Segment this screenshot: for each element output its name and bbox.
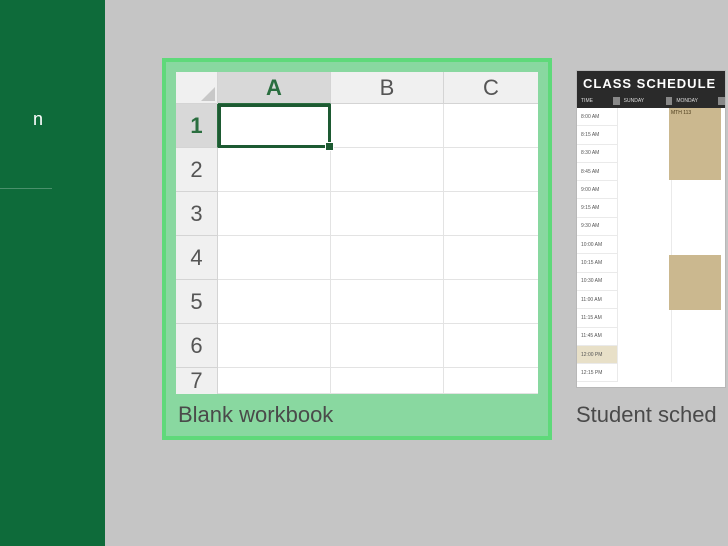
time-slot: 12:15 PM xyxy=(577,364,617,382)
template-schedule-label: Student sched xyxy=(576,388,728,428)
sidebar: n xyxy=(0,0,105,546)
cell-grid xyxy=(218,104,538,394)
checkbox-icon xyxy=(613,97,620,105)
class-block xyxy=(669,255,721,310)
time-slot: 8:45 AM xyxy=(577,163,617,181)
row-header-5: 5 xyxy=(176,280,218,324)
fill-handle-icon xyxy=(325,142,334,151)
time-slot: 9:00 AM xyxy=(577,181,617,199)
checkbox-icon xyxy=(666,97,673,105)
time-slot: 10:00 AM xyxy=(577,236,617,254)
template-blank-workbook[interactable]: A B C 1 2 3 4 5 6 7 xyxy=(162,58,552,440)
schedule-sunday-col xyxy=(617,108,671,382)
template-blank-label: Blank workbook xyxy=(176,394,538,430)
column-header-c: C xyxy=(444,72,538,104)
blank-workbook-preview: A B C 1 2 3 4 5 6 7 xyxy=(176,72,538,394)
time-slot: 8:30 AM xyxy=(577,145,617,163)
row-header-6: 6 xyxy=(176,324,218,368)
select-all-corner xyxy=(176,72,218,104)
template-student-schedule[interactable]: CLASS SCHEDULE TIME SUNDAY MONDAY 8:00 A… xyxy=(576,70,728,428)
schedule-day-columns: MTH 113 xyxy=(617,108,725,382)
schedule-time-column: 8:00 AM8:15 AM8:30 AM8:45 AM9:00 AM9:15 … xyxy=(577,108,617,382)
time-slot: 9:30 AM xyxy=(577,218,617,236)
time-slot: 8:00 AM xyxy=(577,108,617,126)
row-headers: 1 2 3 4 5 6 7 xyxy=(176,104,218,394)
time-slot: 10:15 AM xyxy=(577,254,617,272)
sidebar-divider xyxy=(0,188,52,189)
column-header-b: B xyxy=(331,72,444,104)
template-gallery: A B C 1 2 3 4 5 6 7 xyxy=(105,0,728,546)
row-header-2: 2 xyxy=(176,148,218,192)
row-header-3: 3 xyxy=(176,192,218,236)
time-slot: 11:00 AM xyxy=(577,291,617,309)
select-all-triangle-icon xyxy=(201,87,215,101)
class-block-mth: MTH 113 xyxy=(669,108,721,180)
time-slot: 12:00 PM xyxy=(577,346,617,364)
time-slot: 9:15 AM xyxy=(577,199,617,217)
schedule-col-sunday: SUNDAY xyxy=(620,98,664,104)
student-schedule-preview: CLASS SCHEDULE TIME SUNDAY MONDAY 8:00 A… xyxy=(576,70,726,388)
schedule-col-time: TIME xyxy=(577,98,611,104)
schedule-title: CLASS SCHEDULE xyxy=(577,71,725,94)
column-headers: A B C xyxy=(218,72,538,104)
sidebar-item-partial[interactable]: n xyxy=(33,109,43,130)
row-header-7: 7 xyxy=(176,368,218,394)
row-header-1: 1 xyxy=(176,104,218,148)
column-header-a: A xyxy=(218,72,331,104)
checkbox-icon xyxy=(718,97,725,105)
time-slot: 11:15 AM xyxy=(577,309,617,327)
time-slot: 8:15 AM xyxy=(577,126,617,144)
time-slot: 10:30 AM xyxy=(577,273,617,291)
schedule-col-monday: MONDAY xyxy=(672,98,716,104)
time-slot: 11:45 AM xyxy=(577,328,617,346)
schedule-header-row: TIME SUNDAY MONDAY xyxy=(577,94,725,108)
schedule-body: 8:00 AM8:15 AM8:30 AM8:45 AM9:00 AM9:15 … xyxy=(577,108,725,382)
row-header-4: 4 xyxy=(176,236,218,280)
